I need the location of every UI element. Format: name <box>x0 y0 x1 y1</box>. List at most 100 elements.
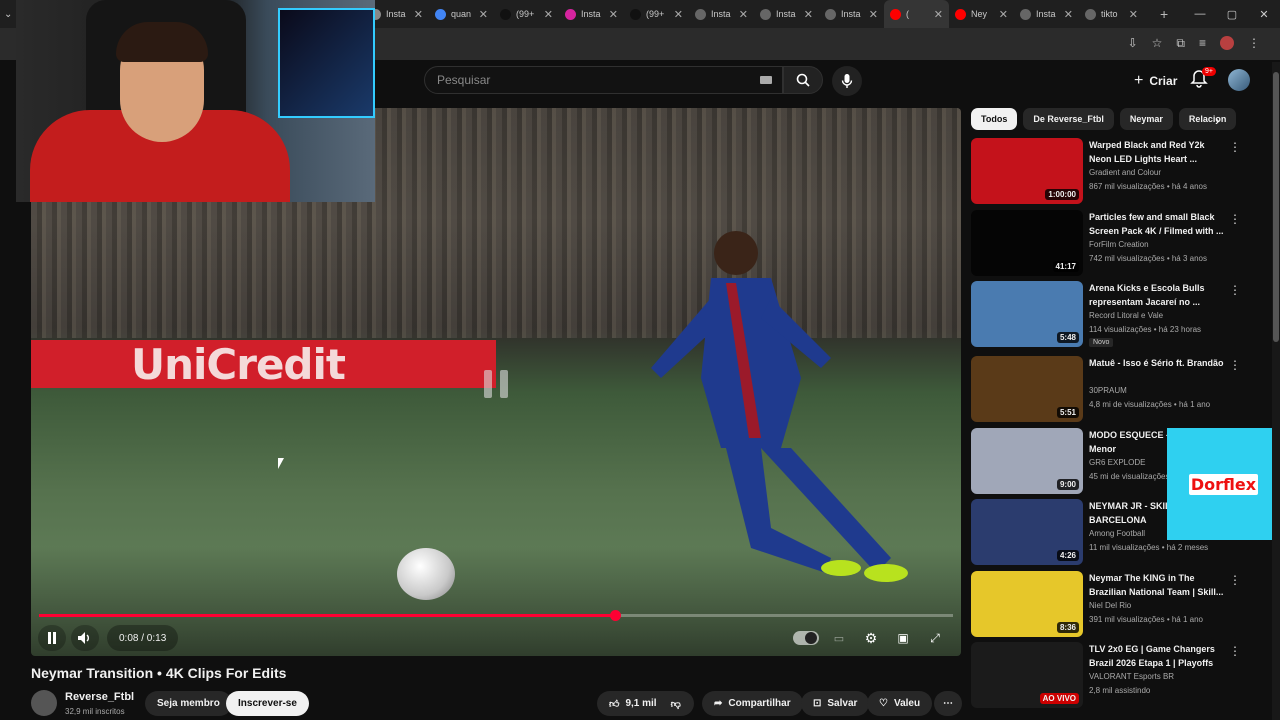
rec-channel[interactable]: GR6 EXPLODE <box>1089 458 1145 467</box>
scrollbar-thumb[interactable] <box>1273 72 1279 342</box>
recommendation-item[interactable]: 1:00:00 Warped Black and Red Y2k Neon LED… <box>971 138 1241 206</box>
recommendation-item[interactable]: 8:36 Neymar The KING in The Brazilian Nat… <box>971 571 1241 639</box>
subscribe-button[interactable]: Inscrever-se <box>226 691 309 716</box>
video-thumbnail[interactable]: 4:26 <box>971 499 1083 565</box>
video-thumbnail[interactable]: 5:51 <box>971 356 1083 422</box>
extensions-icon[interactable]: ⧉ <box>1176 36 1185 51</box>
video-thumbnail[interactable]: 1:00:00 <box>971 138 1083 204</box>
tab-close-icon[interactable]: ✕ <box>674 8 683 21</box>
search-button[interactable] <box>783 66 823 94</box>
rec-title[interactable]: Warped Black and Red Y2k Neon LED Lights… <box>1089 138 1225 166</box>
video-thumbnail[interactable]: AO VIVO <box>971 642 1083 708</box>
browser-tab[interactable]: Insta ✕ <box>819 0 884 28</box>
share-button[interactable]: ➦ Compartilhar <box>702 691 803 716</box>
miniplayer-button[interactable]: ▣ <box>889 625 917 651</box>
thumbs-down-icon[interactable]: 👎︎ <box>671 698 681 710</box>
progress-bar[interactable] <box>39 610 953 621</box>
create-button[interactable]: + Criar <box>1126 69 1185 93</box>
browser-tab[interactable]: (✕ <box>884 0 949 28</box>
minimize-icon[interactable]: — <box>1184 0 1216 28</box>
tab-close-icon[interactable]: ✕ <box>869 8 878 21</box>
fullscreen-button[interactable]: ⤢ <box>921 625 949 651</box>
bookmark-star-icon[interactable]: ☆ <box>1152 36 1163 51</box>
tab-search-icon[interactable]: ⌄ <box>0 9 16 20</box>
chip-0[interactable]: Todos <box>971 108 1018 130</box>
keyboard-icon[interactable] <box>760 76 772 84</box>
tab-close-icon[interactable]: ✕ <box>934 8 943 21</box>
browser-tab[interactable]: tikto ✕ <box>1079 0 1144 28</box>
settings-button[interactable]: ⚙ <box>857 625 885 651</box>
rec-title[interactable]: Matuê - Isso é Sério ft. Brandão <box>1089 356 1225 370</box>
chip-1[interactable]: De Reverse_Ftbl <box>1023 108 1114 130</box>
rec-title[interactable]: Arena Kicks e Escola Bulls representam J… <box>1089 281 1225 309</box>
advertisement[interactable]: Dorflex <box>1167 428 1280 540</box>
rec-channel[interactable]: 30PRAUM <box>1089 386 1127 395</box>
voice-search-button[interactable] <box>832 66 862 96</box>
save-button[interactable]: ⊡ Salvar <box>801 691 870 716</box>
tab-close-icon[interactable]: ✕ <box>479 8 488 21</box>
channel-avatar[interactable] <box>31 690 57 716</box>
recommendation-item[interactable]: 5:48 Arena Kicks e Escola Bulls represent… <box>971 281 1241 349</box>
more-options-icon[interactable]: ⋮ <box>1229 212 1241 226</box>
like-count[interactable]: 9,1 mil <box>625 698 656 709</box>
chip-2[interactable]: Neymar <box>1119 108 1173 130</box>
rec-channel[interactable]: ForFilm Creation <box>1089 240 1149 249</box>
rec-title[interactable]: Neymar The KING in The Brazilian Nationa… <box>1089 571 1225 599</box>
rec-channel[interactable]: Among Football <box>1089 529 1145 538</box>
more-options-icon[interactable]: ⋮ <box>1229 283 1241 297</box>
browser-tab[interactable]: Ney ✕ <box>949 0 1014 28</box>
account-avatar[interactable] <box>1228 69 1250 91</box>
maximize-icon[interactable]: ▢ <box>1216 0 1248 28</box>
browser-tab[interactable]: Insta ✕ <box>689 0 754 28</box>
recommendation-item[interactable]: 41:17 Particles few and small Black Scree… <box>971 210 1241 278</box>
scrollbar[interactable] <box>1272 62 1280 720</box>
thanks-button[interactable]: ♡ Valeu <box>867 691 933 716</box>
tab-close-icon[interactable]: ✕ <box>414 8 423 21</box>
tab-close-icon[interactable]: ✕ <box>804 8 813 21</box>
profile-icon[interactable] <box>1220 36 1234 50</box>
volume-button[interactable] <box>71 625 99 651</box>
close-window-icon[interactable]: ✕ <box>1248 0 1280 28</box>
subtitles-button[interactable]: ▭ <box>825 625 853 651</box>
tab-close-icon[interactable]: ✕ <box>544 8 553 21</box>
notifications-button[interactable]: 9+ <box>1190 67 1216 93</box>
more-options-icon[interactable]: ⋮ <box>1229 573 1241 587</box>
tab-close-icon[interactable]: ✕ <box>1064 8 1073 21</box>
rec-title[interactable]: Particles few and small Black Screen Pac… <box>1089 210 1225 238</box>
install-app-icon[interactable]: ⇩ <box>1128 36 1138 51</box>
menu-kebab-icon[interactable]: ⋮ <box>1248 36 1260 51</box>
tab-close-icon[interactable]: ✕ <box>1129 8 1138 21</box>
rec-channel[interactable]: Record Litoral e Vale <box>1089 311 1163 320</box>
rec-title[interactable]: TLV 2x0 EG | Game Changers Brazil 2026 E… <box>1089 642 1225 670</box>
recommendation-item[interactable]: 5:51 Matuê - Isso é Sério ft. Brandão 30PR… <box>971 356 1241 424</box>
browser-tab[interactable]: (99+ ✕ <box>624 0 689 28</box>
browser-tab[interactable]: Insta ✕ <box>754 0 819 28</box>
video-thumbnail[interactable]: 8:36 <box>971 571 1083 637</box>
video-thumbnail[interactable]: 9:00 <box>971 428 1083 494</box>
browser-tab[interactable]: Insta ✕ <box>1014 0 1079 28</box>
autoplay-toggle[interactable] <box>793 631 819 645</box>
thumbs-up-icon[interactable]: 👍︎ <box>609 698 619 710</box>
new-tab-button[interactable]: + <box>1160 6 1168 22</box>
chip-3[interactable]: Relacion <box>1178 108 1237 130</box>
more-options-icon[interactable]: ⋮ <box>1229 140 1241 154</box>
chevron-right-icon[interactable]: › <box>1215 112 1220 128</box>
video-thumbnail[interactable]: 5:48 <box>971 281 1083 347</box>
progress-scrubber[interactable] <box>609 610 621 621</box>
browser-tab[interactable]: Insta ✕ <box>559 0 624 28</box>
rec-channel[interactable]: Niel Del Rio <box>1089 601 1131 610</box>
media-icon[interactable]: ≡ <box>1199 36 1206 51</box>
pause-button[interactable] <box>38 625 66 651</box>
channel-name[interactable]: Reverse_Ftbl <box>65 691 134 703</box>
browser-tab[interactable]: quan ✕ <box>429 0 494 28</box>
video-thumbnail[interactable]: 41:17 <box>971 210 1083 276</box>
recommendation-item[interactable]: AO VIVO TLV 2x0 EG | Game Changers Brazil… <box>971 642 1241 710</box>
browser-tab[interactable]: (99+ ✕ <box>494 0 559 28</box>
more-options-icon[interactable]: ⋮ <box>1229 358 1241 372</box>
rec-channel[interactable]: Gradient and Colour <box>1089 168 1161 177</box>
join-button[interactable]: Seja membro <box>145 691 232 716</box>
more-options-icon[interactable]: ⋮ <box>1229 644 1241 658</box>
rec-channel[interactable]: VALORANT Esports BR <box>1089 672 1174 681</box>
tab-close-icon[interactable]: ✕ <box>999 8 1008 21</box>
tab-close-icon[interactable]: ✕ <box>739 8 748 21</box>
